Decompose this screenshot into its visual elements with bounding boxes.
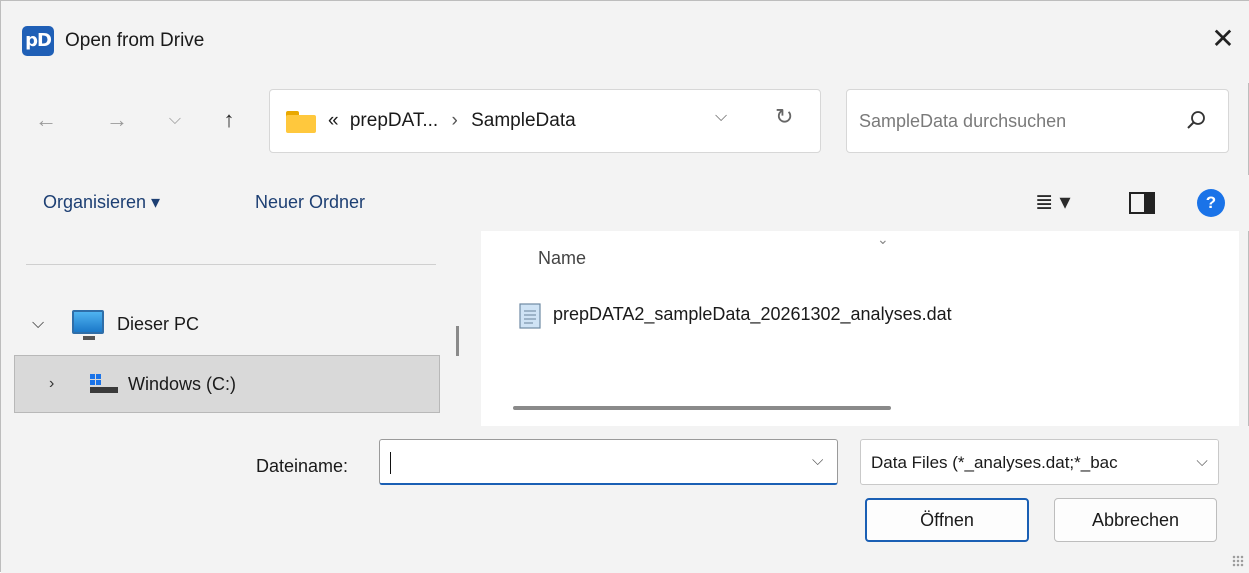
search-input[interactable]: SampleData durchsuchen <box>846 89 1229 153</box>
forward-button[interactable]: → <box>99 100 135 140</box>
dialog-footer: Dateiname: ⌵ Data Files (*_analyses.dat;… <box>1 426 1249 573</box>
column-header-name[interactable]: Name <box>538 248 586 269</box>
breadcrumb-item-sampledata[interactable]: SampleData <box>471 110 576 131</box>
folder-icon <box>286 111 316 133</box>
nav-item-windows-drive[interactable]: › Windows (C:) <box>14 355 440 413</box>
file-name: prepDATA2_sampleData_20261302_analyses.d… <box>553 304 952 324</box>
breadcrumb-item-prepdata[interactable]: prepDAT... <box>344 110 438 131</box>
filename-label: Dateiname: <box>256 456 349 476</box>
file-list: ⌄ Name prepDATA2_sampleData_20261302_ana… <box>481 231 1239 426</box>
file-type-select[interactable]: Data Files (*_analyses.dat;*_bac ⌵ <box>860 439 1219 485</box>
chevron-right-icon[interactable]: › <box>49 375 54 393</box>
filename-input[interactable]: ⌵ <box>379 439 838 485</box>
nav-scrollbar[interactable] <box>456 326 459 356</box>
new-folder-button[interactable]: Neuer Ordner <box>255 192 365 213</box>
drive-icon <box>90 374 118 393</box>
search-placeholder: SampleData durchsuchen <box>859 111 1067 131</box>
cancel-button[interactable]: Abbrechen <box>1054 498 1217 542</box>
breadcrumb-overflow[interactable]: « <box>328 110 339 131</box>
open-button[interactable]: Öffnen <box>865 498 1029 542</box>
file-row[interactable]: prepDATA2_sampleData_20261302_analyses.d… <box>511 298 1211 334</box>
breadcrumb: « prepDAT... › SampleData <box>328 110 576 132</box>
recent-locations-button[interactable]: ⌵ <box>157 100 193 140</box>
window-title: Open from Drive <box>65 30 205 51</box>
nav-divider <box>26 264 436 265</box>
navigation-pane: ⌵ Dieser PC › Windows (C:) <box>11 231 473 426</box>
sort-indicator-icon: ⌄ <box>877 231 889 247</box>
dat-file-icon <box>519 303 541 329</box>
breadcrumb-separator[interactable]: › <box>444 110 466 131</box>
nav-item-label: Windows (C:) <box>128 374 237 394</box>
chevron-down-icon[interactable]: ⌵ <box>32 315 44 333</box>
file-type-value: Data Files (*_analyses.dat;*_bac <box>871 453 1118 472</box>
file-type-dropdown-icon[interactable]: ⌵ <box>1186 440 1218 484</box>
nav-item-this-pc[interactable]: ⌵ Dieser PC <box>14 296 440 354</box>
text-caret <box>390 452 391 474</box>
help-icon[interactable]: ? <box>1197 189 1225 217</box>
horizontal-scrollbar[interactable] <box>513 406 891 410</box>
organize-button[interactable]: Organisieren ▾ <box>43 192 160 213</box>
app-logo-icon: pD <box>22 26 54 56</box>
address-bar[interactable]: « prepDAT... › SampleData ⌵ ↻ <box>269 89 821 153</box>
address-dropdown-icon[interactable]: ⌵ <box>715 108 727 126</box>
search-icon[interactable] <box>1182 107 1210 135</box>
title-bar: pD Open from Drive ✕ <box>1 1 1249 83</box>
resize-grip-icon[interactable] <box>1232 555 1244 567</box>
up-button[interactable]: ↑ <box>211 100 247 140</box>
open-file-dialog: pD Open from Drive ✕ ← → ⌵ ↑ « prepDAT..… <box>0 0 1249 573</box>
refresh-icon[interactable]: ↻ <box>775 104 793 130</box>
command-bar: Organisieren ▾ Neuer Ordner ≣ ▾ ? <box>1 175 1249 231</box>
preview-pane-icon[interactable] <box>1129 192 1155 214</box>
view-options-icon[interactable]: ≣ ▾ <box>1035 189 1071 215</box>
close-button[interactable]: ✕ <box>1203 19 1243 59</box>
nav-item-label: Dieser PC <box>117 314 200 334</box>
filename-dropdown-icon[interactable]: ⌵ <box>812 452 823 469</box>
back-button[interactable]: ← <box>28 100 64 140</box>
computer-icon <box>72 310 104 340</box>
